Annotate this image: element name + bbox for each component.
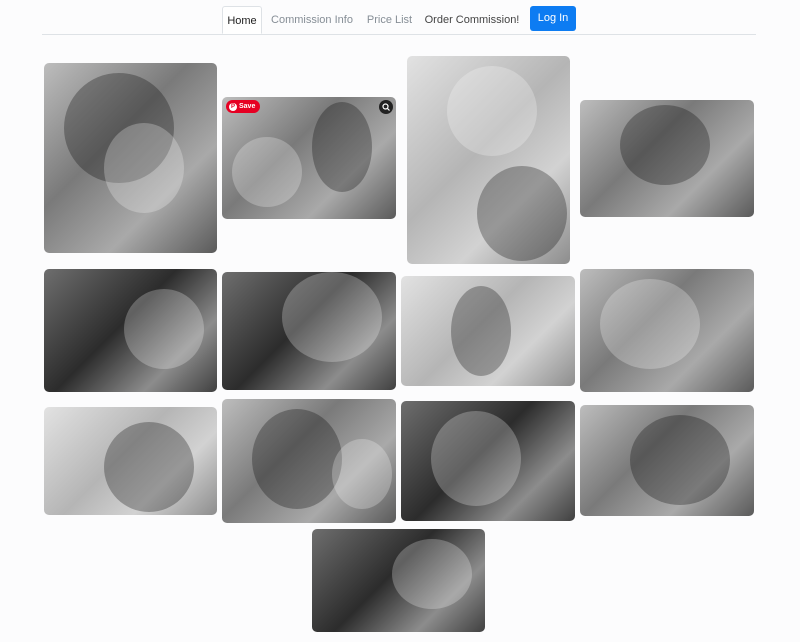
visual-search-icon[interactable] bbox=[379, 100, 393, 114]
pinterest-save-button[interactable]: P Save bbox=[226, 100, 261, 113]
login-button[interactable]: Log In bbox=[530, 6, 576, 31]
tab-price-list[interactable]: Price List bbox=[362, 6, 417, 34]
gallery-image-12[interactable] bbox=[580, 405, 754, 516]
gallery-image-6[interactable] bbox=[222, 272, 396, 390]
gallery-image-10[interactable] bbox=[222, 399, 396, 523]
gallery-image-1[interactable] bbox=[44, 63, 217, 253]
gallery-image-13[interactable] bbox=[312, 529, 485, 632]
tab-order-commission[interactable]: Order Commission! bbox=[422, 6, 522, 34]
pinterest-icon: P bbox=[229, 102, 237, 111]
gallery-image-8[interactable] bbox=[580, 269, 754, 392]
gallery-image-9[interactable] bbox=[44, 407, 217, 515]
gallery-image-5[interactable] bbox=[44, 269, 217, 392]
nav-tabs: Home Commission Info Price List Order Co… bbox=[42, 0, 756, 35]
gallery-image-3[interactable] bbox=[407, 56, 570, 264]
tab-commission-info[interactable]: Commission Info bbox=[266, 6, 358, 34]
gallery-image-4[interactable] bbox=[580, 100, 754, 217]
gallery-image-2[interactable]: P Save bbox=[222, 97, 396, 219]
gallery-image-11[interactable] bbox=[401, 401, 575, 521]
save-label: Save bbox=[239, 103, 256, 110]
tab-home[interactable]: Home bbox=[222, 6, 262, 34]
gallery-image-7[interactable] bbox=[401, 276, 575, 386]
